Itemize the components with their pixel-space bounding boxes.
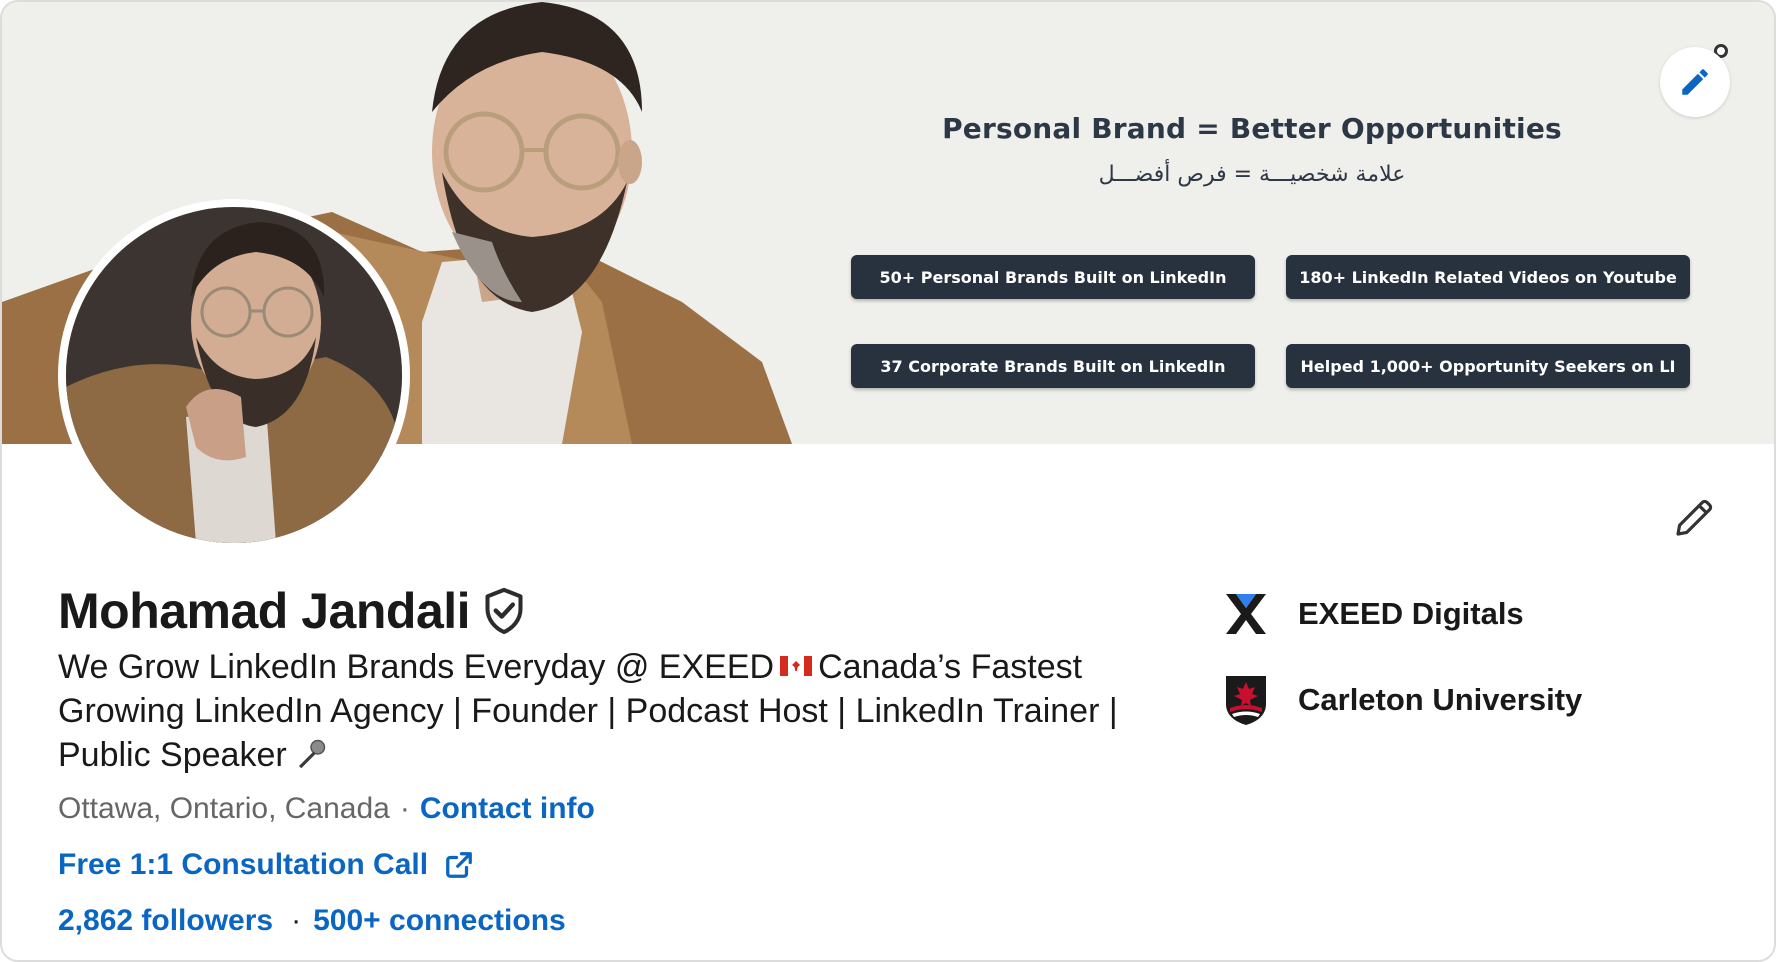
separator: · [291,904,302,937]
profile-headline: We Grow LinkedIn Brands Everyday @ EXEED… [58,645,1158,777]
banner-title: Personal Brand = Better Opportunities [942,112,1562,145]
org-name: Carleton University [1298,682,1583,717]
banner-stat-pill: Helped 1,000+ Opportunity Seekers on LI [1286,344,1690,388]
pencil-icon [1676,499,1713,536]
separator: · [399,792,410,825]
location-row: Ottawa, Ontario, Canada · Contact info [58,792,595,826]
consultation-link[interactable]: Free 1:1 Consultation Call [58,848,428,882]
headline-text: We Grow LinkedIn Brands Everyday @ EXEED [58,648,775,686]
website-row[interactable]: Free 1:1 Consultation Call [58,848,474,882]
carleton-logo-icon [1220,674,1272,726]
profile-avatar[interactable] [58,199,410,551]
profile-card: Personal Brand = Better Opportunities عل… [0,0,1776,962]
edit-intro-button[interactable] [1666,490,1722,546]
banner-subtitle: علامة شخصيـــة = فرص أفضـــل [1098,162,1406,187]
network-row: 2,862 followers · 500+ connections [58,904,566,938]
microphone-icon [298,739,325,769]
org-item-exeed[interactable]: EXEED Digitals [1220,588,1524,640]
banner-stat-pill: 37 Corporate Brands Built on LinkedIn [851,344,1255,388]
external-link-icon [446,852,472,878]
profile-name: Mohamad Jandali [58,583,471,639]
profile-location: Ottawa, Ontario, Canada [58,792,390,825]
edit-banner-button[interactable] [1660,47,1730,117]
banner-stat-pill: 180+ LinkedIn Related Videos on Youtube [1286,255,1690,299]
verified-shield-icon[interactable] [482,587,526,635]
pencil-icon [1682,69,1708,95]
connections-link[interactable]: 500+ connections [313,904,566,938]
followers-link[interactable]: 2,862 followers [58,904,273,938]
org-item-carleton[interactable]: Carleton University [1220,674,1582,726]
contact-info-link[interactable]: Contact info [420,792,595,826]
banner-stat-pill: 50+ Personal Brands Built on LinkedIn [851,255,1255,299]
name-row: Mohamad Jandali [58,582,526,640]
canada-flag-icon [780,656,813,676]
org-name: EXEED Digitals [1298,596,1524,631]
exeed-logo-icon [1220,588,1272,640]
avatar-photo [66,207,402,543]
